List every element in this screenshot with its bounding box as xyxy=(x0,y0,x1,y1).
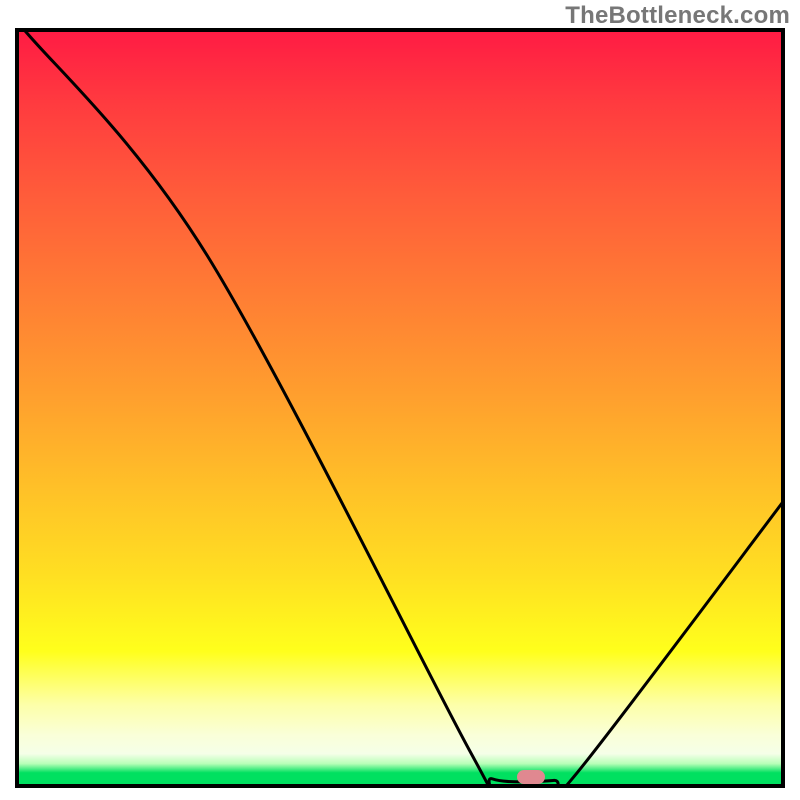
target-marker xyxy=(517,770,545,784)
watermark-text: TheBottleneck.com xyxy=(565,2,790,30)
gradient-background xyxy=(15,28,785,788)
plot-area xyxy=(15,28,785,788)
chart-container: TheBottleneck.com xyxy=(0,0,800,800)
